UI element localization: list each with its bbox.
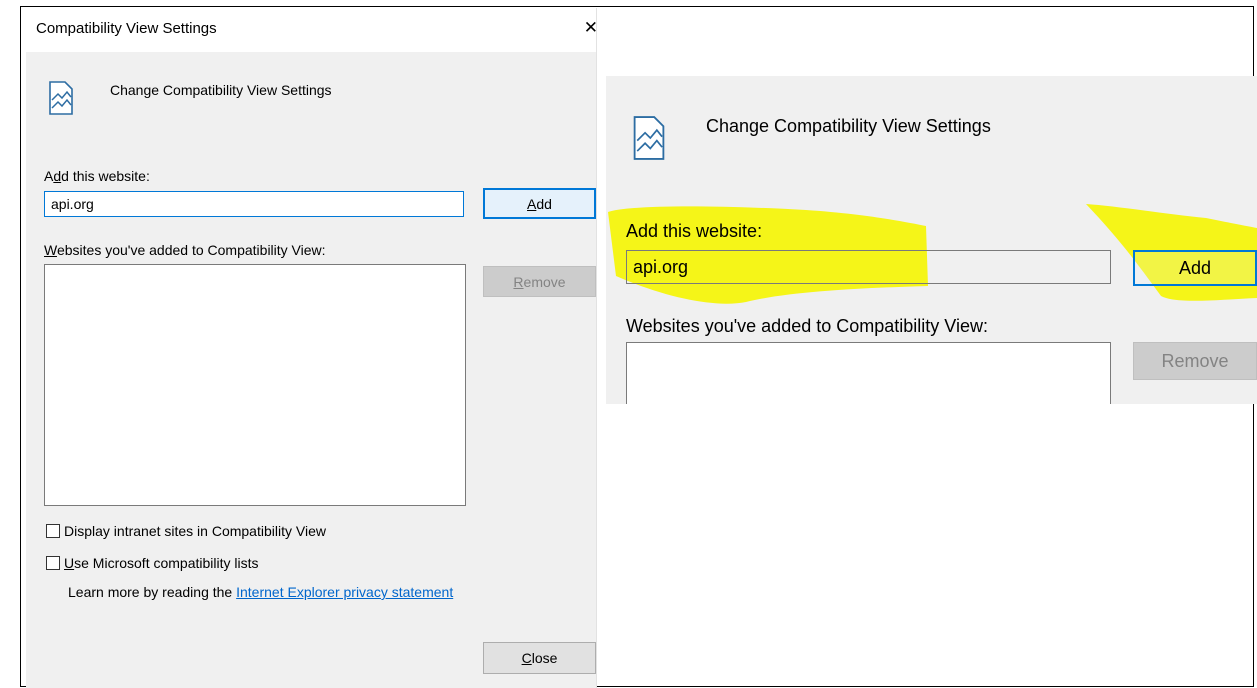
added-websites-label: Websites you've added to Compatibility V… [44, 242, 326, 258]
compatibility-page-icon [49, 81, 73, 115]
zoomed-added-websites-label: Websites you've added to Compatibility V… [626, 316, 988, 336]
added-websites-list[interactable] [44, 264, 466, 506]
zoomed-website-input[interactable] [626, 250, 1111, 284]
add-button[interactable]: Add [483, 188, 596, 219]
close-icon[interactable]: ✕ [584, 18, 598, 38]
website-input[interactable] [44, 191, 464, 217]
zoomed-heading: Change Compatibility View Settings [706, 116, 991, 136]
dialog-title: Compatibility View Settings [36, 20, 217, 37]
learn-more-text: Learn more by reading the Internet Explo… [68, 584, 454, 600]
zoomed-annotation-panel: Change Compatibility View Settings Add t… [606, 76, 1257, 404]
intranet-checkbox-label: Display intranet sites in Compatibility … [64, 523, 326, 539]
dialog-titlebar: Compatibility View Settings ✕ [26, 8, 598, 52]
close-button[interactable]: Close [483, 642, 596, 674]
ms-lists-checkbox[interactable] [46, 556, 60, 570]
add-website-label: Add this website: [44, 168, 150, 184]
zoomed-add-website-label: Add this website: [626, 221, 763, 241]
ms-lists-checkbox-label: Use Microsoft compatibility lists [64, 555, 259, 571]
zoomed-remove-button[interactable]: Remove [1133, 342, 1257, 380]
ms-lists-checkbox-row[interactable]: Use Microsoft compatibility lists [46, 555, 259, 571]
zoomed-added-websites-list[interactable] [626, 342, 1111, 404]
remove-button[interactable]: Remove [483, 266, 596, 297]
intranet-checkbox[interactable] [46, 524, 60, 538]
compatibility-page-icon-zoomed [633, 116, 665, 160]
dialog-heading: Change Compatibility View Settings [110, 82, 332, 98]
compatibility-view-dialog: Compatibility View Settings ✕ Change Com… [26, 8, 598, 688]
intranet-checkbox-row[interactable]: Display intranet sites in Compatibility … [46, 523, 326, 539]
zoomed-add-button[interactable]: Add [1133, 250, 1257, 286]
privacy-statement-link[interactable]: Internet Explorer privacy statement [236, 584, 453, 600]
